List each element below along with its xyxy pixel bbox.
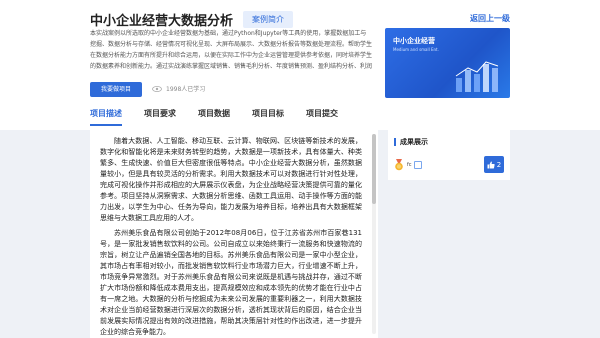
like-count: 2	[496, 160, 502, 169]
learner-count: 1998人已学习	[152, 84, 205, 93]
start-project-button[interactable]: 我要做项目	[90, 82, 142, 97]
tab-data[interactable]: 项目数据	[198, 108, 230, 126]
description-panel: 随着大数据、人工智能、移动互联、云计算、物联网、区块链等新技术的发展，数字化和智…	[90, 130, 378, 338]
cover-title: 中小企业经营	[393, 37, 435, 45]
medal-icon	[395, 159, 403, 171]
description-body: 随着大数据、人工智能、移动互联、云计算、物联网、区块链等新技术的发展，数字化和智…	[100, 136, 362, 338]
tab-requirements[interactable]: 项目要求	[144, 108, 176, 126]
description-paragraph: 随着大数据、人工智能、移动互联、云计算、物联网、区块链等新技术的发展，数字化和智…	[100, 137, 362, 222]
cover-subtitle: Medium and small Ent.	[393, 47, 439, 52]
tab-description[interactable]: 项目描述	[90, 108, 122, 126]
like-button[interactable]: 2	[484, 156, 504, 173]
page-title: 中小企业经营大数据分析	[90, 14, 234, 29]
chart-bars-icon	[455, 61, 499, 92]
course-cover-image: 中小企业经营 Medium and small Ent.	[385, 28, 510, 98]
eye-icon	[152, 85, 162, 92]
showcase-title: 成果展示	[394, 138, 428, 146]
tab-bar: 项目描述 项目要求 项目数据 项目目标 项目提交	[90, 108, 360, 126]
thumbs-up-icon	[487, 161, 495, 168]
tab-goals[interactable]: 项目目标	[252, 108, 284, 126]
showcase-panel: 成果展示 fc 2	[388, 130, 510, 180]
learner-count-text: 1998人已学习	[166, 86, 206, 93]
scrollbar[interactable]	[372, 134, 376, 334]
case-intro-tag[interactable]: 案例简介	[243, 11, 294, 28]
scroll-thumb[interactable]	[372, 134, 376, 204]
chart-thumbnail-icon	[413, 161, 422, 169]
description-paragraph: 苏州美乐食品有限公司创始于2012年08月06日，位于江苏省苏州市百家巷131号…	[100, 229, 362, 336]
course-header-card: 中小企业经营大数据分析 案例简介 返回上一级 本实战案例以所选取的中小企业经营数…	[0, 0, 600, 130]
showcase-item[interactable]: fc 2	[394, 156, 504, 174]
tab-submit[interactable]: 项目提交	[306, 108, 338, 126]
user-name: fc	[407, 162, 412, 168]
title-row: 中小企业经营大数据分析 案例简介	[90, 10, 294, 29]
intro-text: 本实战案例以所选取的中小企业经营数据为基础，通过Python和Jupyter等工…	[90, 30, 372, 70]
back-link[interactable]: 返回上一级	[470, 13, 510, 24]
